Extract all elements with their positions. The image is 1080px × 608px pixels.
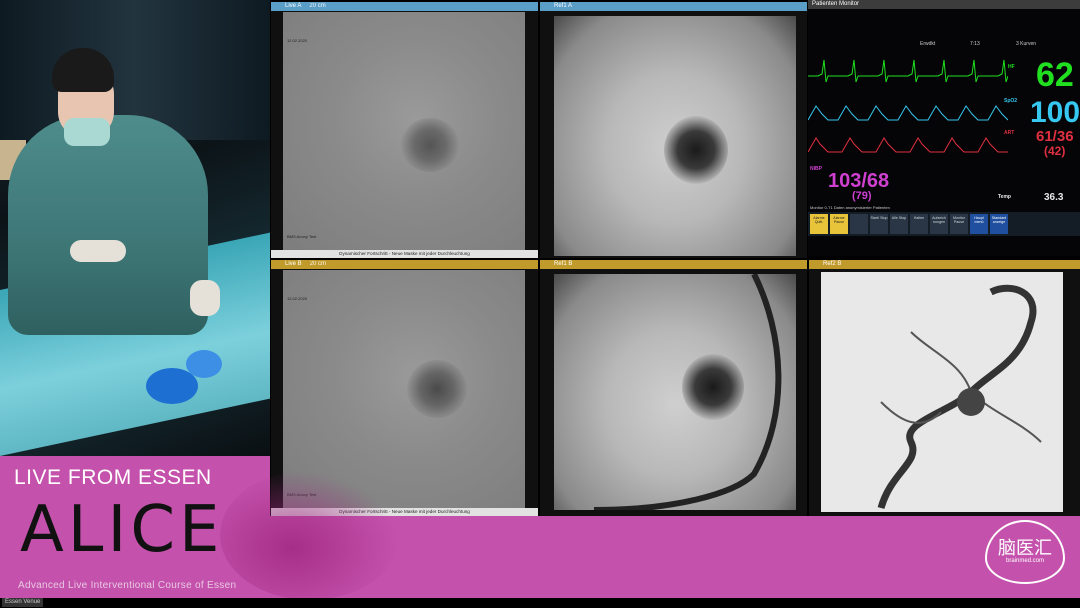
alice-logo: ALICE xyxy=(20,493,224,567)
brainmed-logo-text: 脑医汇 xyxy=(998,538,1052,559)
banner-swoosh xyxy=(220,470,400,600)
spo2-label: SpO2 xyxy=(1004,98,1018,104)
hr-text: 62 xyxy=(1036,56,1074,94)
monitor-button-row: Alarme Quitt. Alarme Pause Start/ Stop A… xyxy=(808,212,1080,236)
panel-live-a[interactable]: Live A 20 cm 12.02.2020 BMS Anony Test Dy… xyxy=(271,2,538,258)
avm-nidus xyxy=(664,116,728,184)
temp-value: 36.3 xyxy=(1044,192,1064,203)
panel-title-bar: Live B 20 cm xyxy=(271,260,538,269)
avm-nidus xyxy=(407,360,467,418)
hold-button[interactable]: Halten xyxy=(910,214,928,234)
live-title: LIVE FROM ESSEN xyxy=(14,466,212,489)
panel-title: Live B xyxy=(285,261,302,267)
heart-rate-value: 62 xyxy=(1036,56,1074,95)
panel-ref1-b[interactable]: Ref1 B xyxy=(540,260,807,516)
hr-label: HF xyxy=(1008,64,1015,70)
nibp-mean: (79) xyxy=(852,190,872,202)
panel-footer: Dynamischer Fortschritt - Neue Maske mit… xyxy=(271,250,538,258)
blue-bowl xyxy=(186,350,222,378)
vessel-overlay xyxy=(593,274,782,510)
course-subtitle: Advanced Live Interventional Course of E… xyxy=(18,580,237,591)
main-menu-button[interactable]: Haupt menü xyxy=(970,214,988,234)
panel-title: Patienten Monitor xyxy=(812,1,860,7)
image-date: 12.02.2020 xyxy=(287,38,308,43)
panel-title: Ref1 B xyxy=(554,261,573,267)
panel-title: Ref1 A xyxy=(554,3,573,9)
spo2-value: 100 xyxy=(1030,96,1080,129)
art-mean: (42) xyxy=(1044,144,1066,158)
surgeon-gown xyxy=(8,115,208,335)
nav-back-button[interactable] xyxy=(850,214,868,234)
art-value: 61/36 xyxy=(1036,128,1074,145)
panel-ref2-b[interactable]: Ref2 B xyxy=(809,260,1080,516)
surgeon-mask xyxy=(64,118,110,146)
monitor-note: Monitor 0-T1 Daten anonymisierter Patien… xyxy=(810,205,890,210)
monitor-mode: Erwdkt xyxy=(920,41,936,47)
image-annotation: BMS Anony Test xyxy=(287,234,317,239)
vessel-tree xyxy=(877,284,1042,510)
alarm-pause-button[interactable]: Alarme Pause xyxy=(830,214,848,234)
panel-title-bar: Ref2 B xyxy=(809,260,1080,269)
image-date: 12.02.2020 xyxy=(287,296,308,301)
all-stop-button[interactable]: Alle Stop xyxy=(890,214,908,234)
standard-view-button[interactable]: Standard anzeige xyxy=(990,214,1008,234)
bottom-bar xyxy=(0,598,1080,608)
panel-title-bar: Ref1 B xyxy=(540,260,807,269)
panel-title-bar: Patienten Monitor xyxy=(808,0,1080,9)
patient-monitor-panel[interactable]: Patienten Monitor Erwdkt 7:13 3 Kurven 6… xyxy=(808,0,1080,256)
live-video-feed xyxy=(0,0,270,456)
panel-title-bar: Ref1 A xyxy=(540,2,807,11)
monitor-pause-button[interactable]: Monitor Pause xyxy=(950,214,968,234)
start-stop-button[interactable]: Start/ Stop xyxy=(870,214,888,234)
fluoroscopy-image[interactable]: 12.02.2020 BMS Anony Test xyxy=(283,12,525,250)
venue-tag: Essen Venue xyxy=(2,598,44,607)
brainmed-url: brainmed.com xyxy=(1005,558,1044,564)
panel-zoom: 20 cm xyxy=(309,261,327,267)
panel-title-bar: Live A 20 cm xyxy=(271,2,538,11)
nibp-label: NIBP xyxy=(810,166,822,172)
panel-zoom: 20 cm xyxy=(309,3,326,9)
panel-title: Ref2 B xyxy=(823,261,842,267)
surgeon-glove-left xyxy=(70,240,126,262)
temp-label: Temp xyxy=(998,194,1011,200)
roadmap-image[interactable] xyxy=(554,16,796,256)
avm-nidus xyxy=(401,118,459,172)
monitor-status-strip: Erwdkt 7:13 3 Kurven xyxy=(808,40,1080,49)
angiography-image[interactable] xyxy=(821,272,1063,512)
surgeon-glove-right xyxy=(190,280,220,316)
art-waveform xyxy=(808,137,1008,153)
roadmap-image[interactable] xyxy=(554,274,796,510)
panel-title: Live A xyxy=(285,3,302,9)
art-label: ART xyxy=(1004,130,1015,136)
monitor-time: 7:13 xyxy=(970,41,980,47)
recordings-button[interactable]: Aufzeich nungen xyxy=(930,214,948,234)
panel-ref1-a[interactable]: Ref1 A xyxy=(540,2,807,258)
pleth-waveform xyxy=(808,105,1008,121)
monitor-curves: 3 Kurven xyxy=(1016,41,1037,47)
ecg-waveform xyxy=(808,59,1008,83)
alarm-ack-button[interactable]: Alarme Quitt. xyxy=(810,214,828,234)
